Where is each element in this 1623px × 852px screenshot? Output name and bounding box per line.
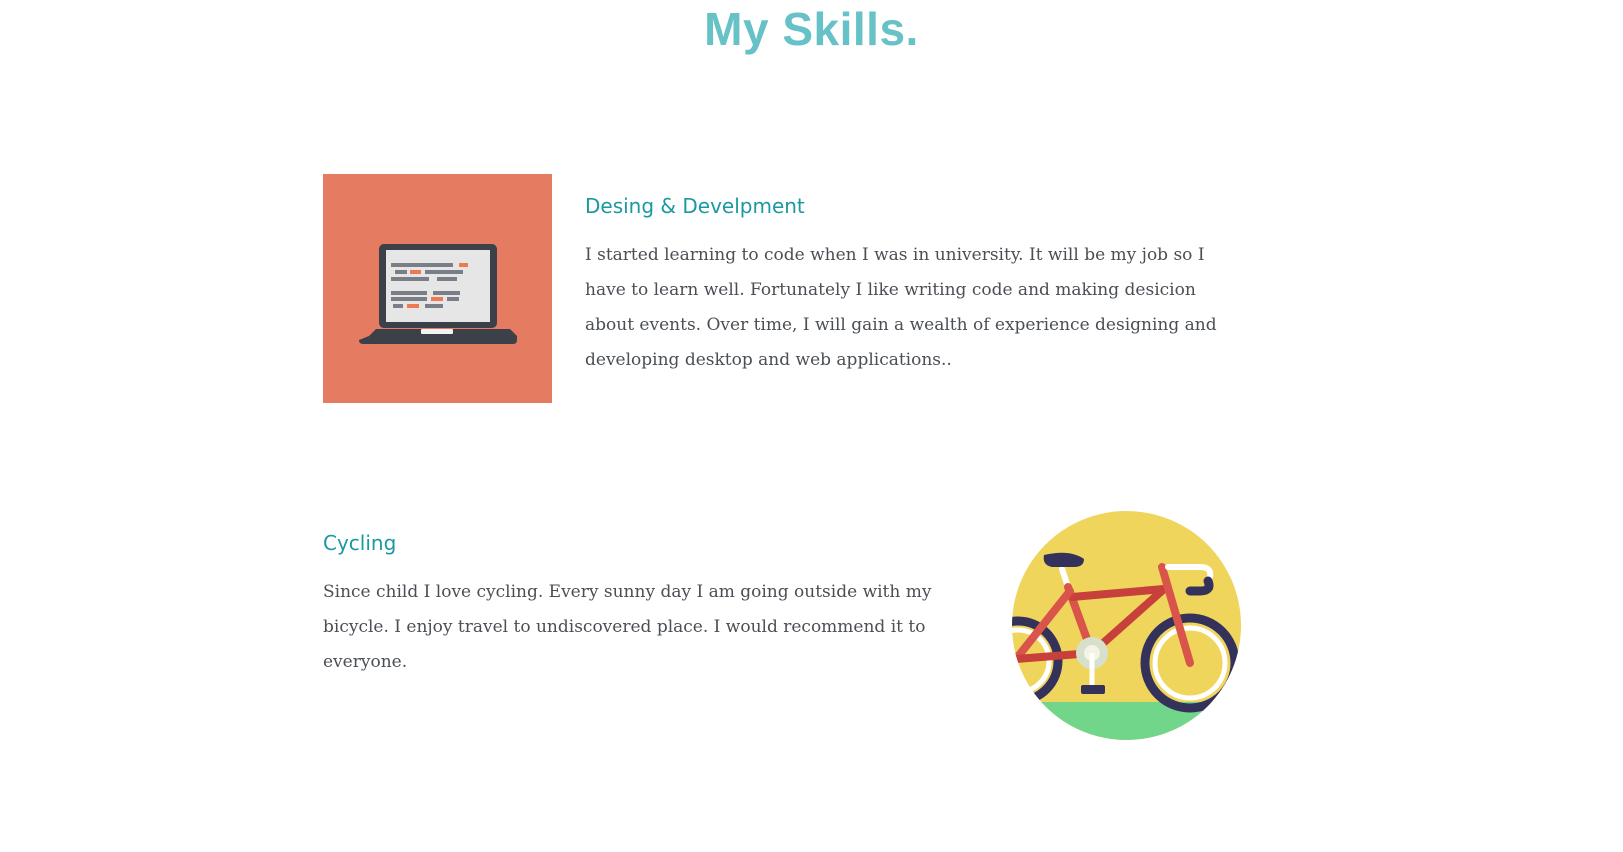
laptop-icon [323,174,552,403]
skill-description: I started learning to code when I was in… [585,245,1217,370]
skill-heading: Cycling [323,531,397,555]
skill-heading: Desing & Develpment [585,194,805,218]
bicycle-icon [1012,511,1241,740]
page-title: My Skills. [704,3,919,55]
skill-description: Since child I love cycling. Every sunny … [323,582,932,672]
